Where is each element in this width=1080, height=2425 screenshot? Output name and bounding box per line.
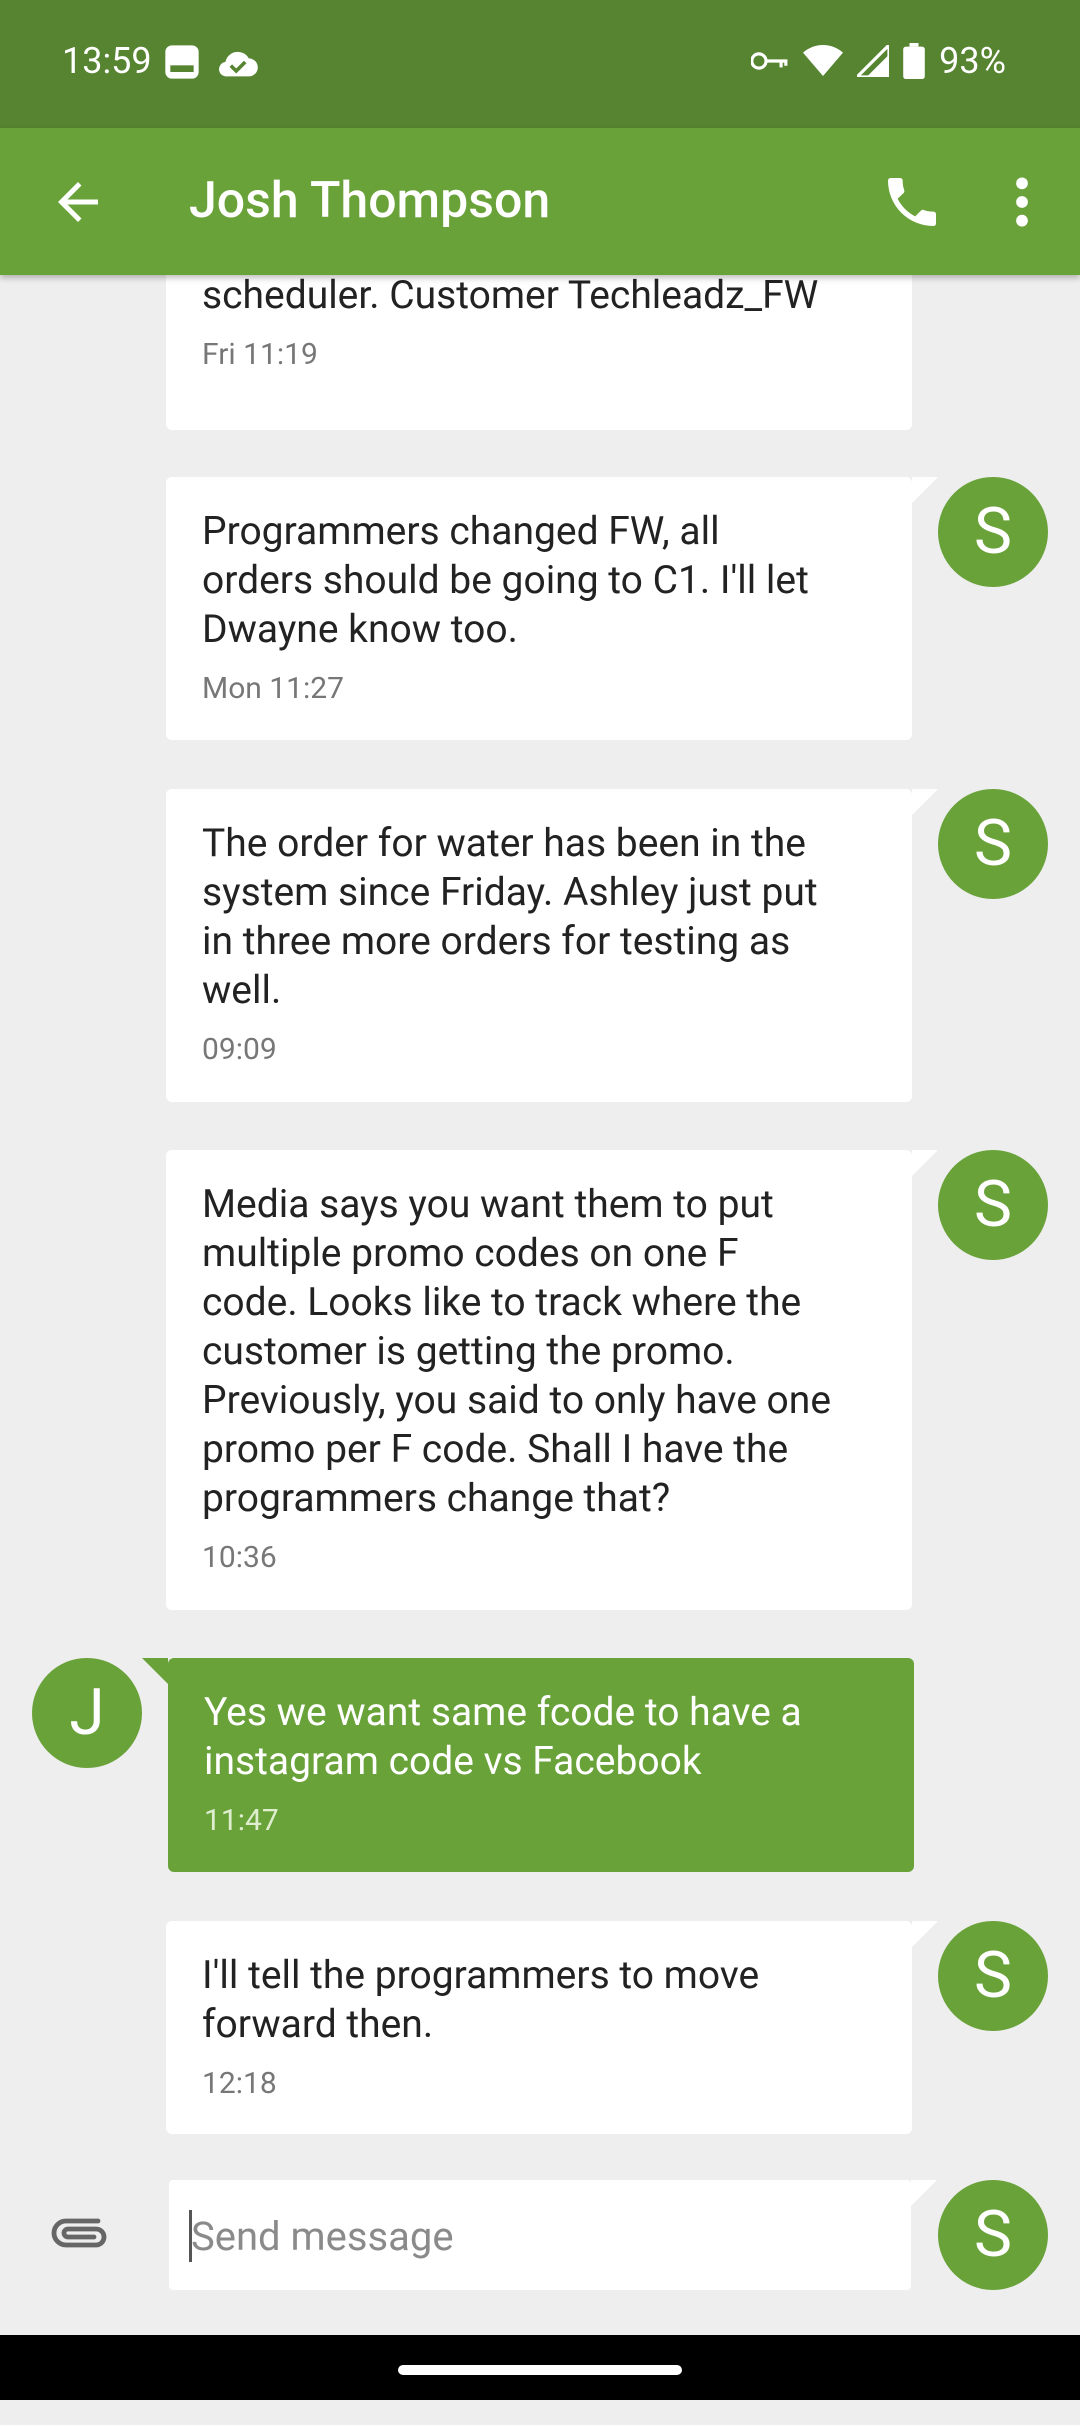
back-button[interactable] xyxy=(48,172,108,232)
vpn-key-icon xyxy=(751,49,789,73)
battery-percent: 93% xyxy=(939,40,1006,82)
message-time: 11:47 xyxy=(204,1803,279,1838)
status-time: 13:59 xyxy=(62,40,152,82)
message-time: 09:09 xyxy=(202,1032,277,1067)
status-bar: 13:59 93% xyxy=(0,0,1080,128)
phone-icon xyxy=(880,178,944,238)
message-text: I'll tell the programmers to move forwar… xyxy=(202,1952,760,2047)
home-gesture-handle[interactable] xyxy=(398,2365,682,2375)
message-bubble-outgoing[interactable]: Media says you want them to put multiple… xyxy=(166,1150,938,1610)
message-time: Fri 11:19 xyxy=(202,337,318,372)
message-bubble-outgoing[interactable]: The order for water has been in the syst… xyxy=(166,789,938,1102)
back-arrow-icon xyxy=(48,182,108,236)
compose-bar: S xyxy=(0,2165,1080,2335)
attach-button[interactable] xyxy=(50,2213,120,2273)
message-text: Programmers changed FW, all orders shoul… xyxy=(202,508,809,652)
more-vert-icon xyxy=(1000,177,1044,238)
more-options-button[interactable] xyxy=(1000,170,1044,234)
photo-icon xyxy=(162,42,202,86)
avatar[interactable]: J xyxy=(32,1658,142,1768)
message-bubble-incoming[interactable]: Yes we want same fcode to have a instagr… xyxy=(142,1658,914,1872)
sender-avatar[interactable]: S xyxy=(938,2180,1048,2290)
conversation[interactable]: scheduler. Customer Techleadz_FW Fri 11:… xyxy=(0,275,1080,2425)
battery-icon xyxy=(903,43,925,79)
contact-name: Josh Thompson xyxy=(189,172,551,230)
message-time: 10:36 xyxy=(202,1540,277,1575)
avatar[interactable]: S xyxy=(938,477,1048,587)
message-bubble-outgoing[interactable]: scheduler. Customer Techleadz_FW Fri 11:… xyxy=(166,275,912,430)
message-text: Yes we want same fcode to have a instagr… xyxy=(204,1689,802,1784)
message-text: Media says you want them to put multiple… xyxy=(202,1181,832,1521)
cloud-check-icon xyxy=(216,44,260,84)
text-caret xyxy=(189,2210,192,2262)
message-time: Mon 11:27 xyxy=(202,671,345,706)
message-text: The order for water has been in the syst… xyxy=(202,820,818,1013)
message-bubble-outgoing[interactable]: Programmers changed FW, all orders shoul… xyxy=(166,477,938,740)
app-bar: Josh Thompson xyxy=(0,128,1080,275)
navigation-bar xyxy=(0,2335,1080,2400)
avatar[interactable]: S xyxy=(938,1150,1048,1260)
message-input[interactable] xyxy=(189,2180,895,2292)
wifi-icon xyxy=(803,45,844,77)
avatar[interactable]: S xyxy=(938,789,1048,899)
message-input-container[interactable] xyxy=(169,2180,937,2292)
signal-icon xyxy=(857,45,890,77)
avatar[interactable]: S xyxy=(938,1921,1048,2031)
message-text: scheduler. Customer Techleadz_FW xyxy=(202,275,819,318)
message-bubble-outgoing[interactable]: I'll tell the programmers to move forwar… xyxy=(166,1921,938,2134)
attachment-icon xyxy=(50,2218,110,2257)
message-time: 12:18 xyxy=(202,2066,277,2101)
call-button[interactable] xyxy=(880,170,944,234)
